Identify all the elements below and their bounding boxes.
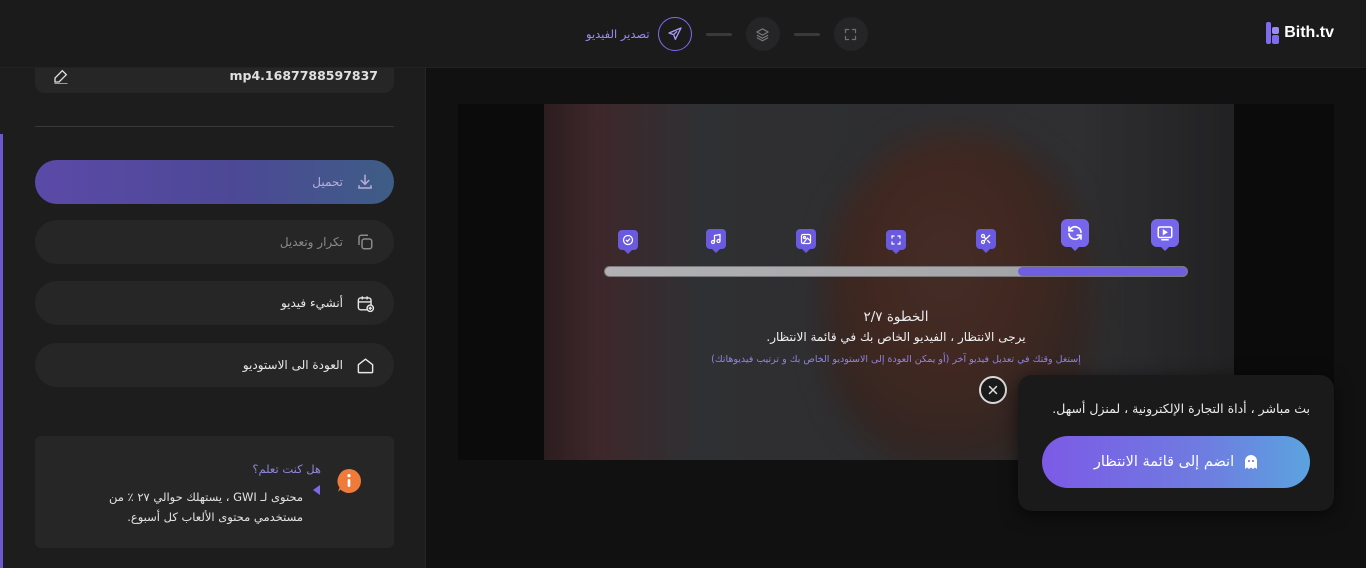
- progress-fill: [1018, 267, 1187, 276]
- download-icon: [354, 171, 376, 193]
- create-video-label: أنشيء فيديو: [280, 296, 343, 310]
- bith-logo-icon: [1266, 22, 1280, 44]
- popup-text: بث مباشر ، أداة التجارة الإلكترونية ، لم…: [1052, 401, 1310, 416]
- nav-divider: [793, 32, 820, 36]
- download-label: تحميل: [312, 175, 343, 189]
- export-video-button[interactable]: [657, 17, 692, 51]
- queue-hint: إستغل وقتك في تعديل فيديو آخر (أو يمكن ا…: [711, 354, 1081, 365]
- progress-step-icons: [458, 104, 1334, 264]
- filename-box: mp4.1687788597837: [35, 68, 394, 93]
- download-button[interactable]: تحميل: [35, 160, 394, 204]
- fullscreen-button[interactable]: [833, 17, 868, 51]
- step-counter: الخطوة ٢/٧: [863, 309, 929, 325]
- upload-progress-bar: [604, 266, 1188, 277]
- music-icon: [706, 229, 726, 253]
- layers-button[interactable]: [745, 17, 780, 51]
- duplicate-edit-button[interactable]: تكرار وتعديل: [35, 220, 394, 264]
- export-steps-nav: تصدير الفيديو: [586, 17, 868, 51]
- waitlist-popup: بث مباشر ، أداة التجارة الإلكترونية ، لم…: [1018, 375, 1334, 511]
- focus-icon: [886, 230, 906, 254]
- edit-icon[interactable]: [53, 68, 69, 84]
- image-icon: [796, 229, 816, 253]
- export-video-label: تصدير الفيديو: [586, 27, 650, 41]
- tip-text: محتوى لـ GWI ، يستهلك حوالي ٢٧ ٪ من مستخ…: [108, 490, 303, 524]
- create-video-button[interactable]: أنشيء فيديو: [35, 281, 394, 325]
- info-icon: [337, 469, 361, 493]
- tip-title: هل كنت تعلم؟: [252, 462, 321, 476]
- ghost-icon: [1245, 455, 1258, 469]
- logo[interactable]: Bith.tv: [1266, 22, 1334, 44]
- duplicate-edit-label: تكرار وتعديل: [279, 235, 343, 249]
- join-waitlist-label: انضم إلى قائمة الانتظار: [1093, 454, 1235, 470]
- close-popup-button[interactable]: [979, 376, 1007, 404]
- queue-message: يرجى الانتظار ، الفيديو الخاص بك في قائم…: [766, 330, 1026, 344]
- did-you-know-card: هل كنت تعلم؟ محتوى لـ GWI ، يستهلك حوالي…: [35, 436, 394, 548]
- sidebar-panel: mp4.1687788597837 تحميل تكرار وتعديل أنش…: [0, 68, 426, 568]
- refresh-icon: [1061, 219, 1089, 251]
- filename-text: mp4.1687788597837: [229, 68, 379, 83]
- back-to-studio-label: العودة الى الاستوديو: [242, 358, 343, 372]
- duplicate-icon: [354, 231, 376, 253]
- calendar-add-icon: [354, 292, 376, 314]
- sidebar-accent-bar: [0, 134, 3, 568]
- tip-bullet-icon: [313, 485, 320, 495]
- fullscreen-icon: [844, 28, 857, 40]
- sidebar-divider: [35, 126, 394, 127]
- scissors-icon: [976, 229, 996, 253]
- top-bar: Bith.tv تصدير الفيديو: [0, 0, 1366, 68]
- join-waitlist-button[interactable]: انضم إلى قائمة الانتظار: [1042, 436, 1310, 488]
- layers-icon: [756, 27, 769, 41]
- close-icon: [988, 385, 998, 395]
- home-icon: [354, 354, 376, 376]
- nav-divider: [705, 32, 732, 36]
- send-icon: [667, 27, 682, 40]
- video-icon: [1151, 219, 1179, 251]
- check-icon: [618, 230, 638, 254]
- back-to-studio-button[interactable]: العودة الى الاستوديو: [35, 343, 394, 387]
- logo-text: Bith.tv: [1284, 24, 1334, 41]
